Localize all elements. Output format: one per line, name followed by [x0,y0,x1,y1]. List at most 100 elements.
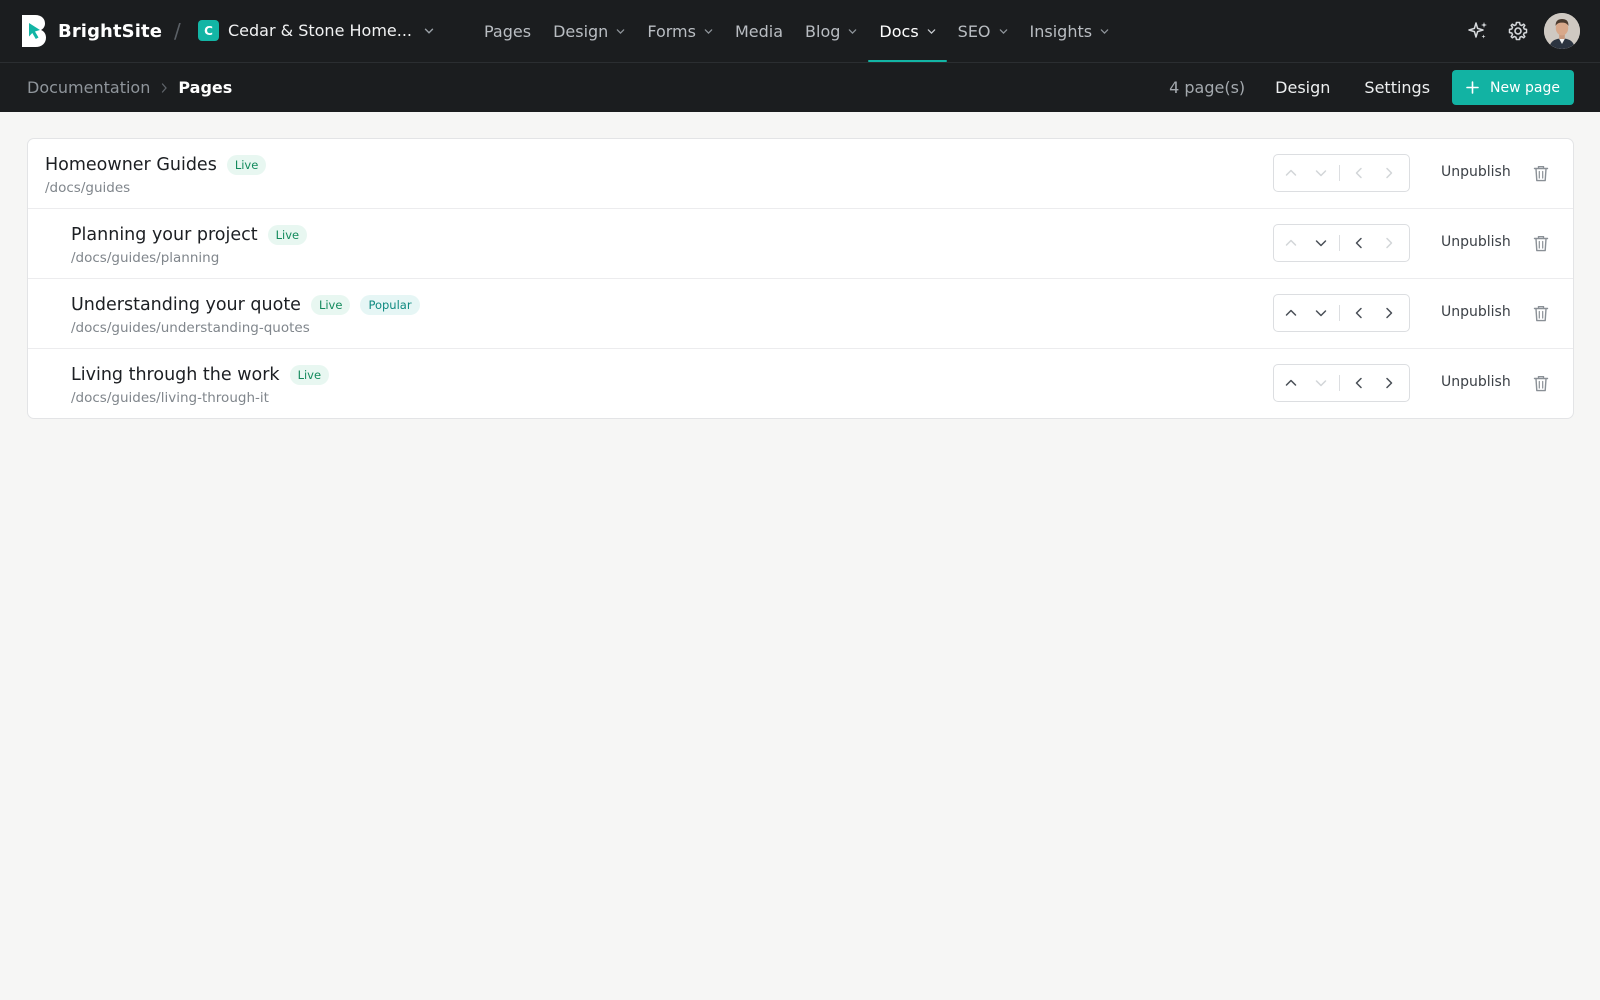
move-up-button[interactable] [1276,365,1306,401]
ai-assistant-button[interactable] [1466,19,1490,43]
page-badges: Live [258,225,308,245]
move-down-button [1306,155,1336,191]
outdent-button [1344,155,1374,191]
page-title[interactable]: Understanding your quote [71,295,301,315]
move-up-button [1276,225,1306,261]
brand-name: BrightSite [58,20,163,42]
nav-item-label: Docs [879,22,919,41]
page-title-line: Homeowner Guides Live [45,153,267,177]
page-badges: Live [280,365,330,385]
user-avatar[interactable] [1544,13,1580,49]
page-badges: Live [217,155,267,175]
chevron-left-icon [1355,167,1362,179]
outdent-button[interactable] [1344,365,1374,401]
move-group [1276,365,1336,401]
nav-item-label: Forms [647,22,696,41]
reorder-controls [1273,154,1410,192]
chevron-down-icon [849,29,857,35]
nav-item-label: Blog [805,22,841,41]
brand-separator: / [174,19,181,43]
outdent-button[interactable] [1344,295,1374,331]
page-title[interactable]: Homeowner Guides [45,155,217,175]
status-badge: Popular [360,295,420,315]
indent-button[interactable] [1374,365,1404,401]
page-info: Living through the work Live /docs/guide… [71,363,330,406]
chevron-right-icon [162,82,168,93]
nav-item-label: Insights [1029,22,1093,41]
top-bar: BrightSite / C Cedar & Stone Home... Pag… [0,0,1600,63]
move-group [1276,155,1336,191]
outdent-button[interactable] [1344,225,1374,261]
page-info: Understanding your quote Live Popular /do… [71,293,420,336]
nav-item-docs[interactable]: Docs [868,0,947,63]
nest-group [1344,155,1404,191]
page-title[interactable]: Living through the work [71,365,280,385]
reorder-controls [1273,224,1410,262]
trash-icon[interactable] [1533,235,1549,252]
move-down-button[interactable] [1306,225,1336,261]
user-avatar-icon [1544,13,1580,49]
chevron-up-icon [1285,169,1297,176]
move-group [1276,225,1336,261]
indent-button[interactable] [1374,295,1404,331]
nav-item-label: Design [553,22,609,41]
chevron-right-icon [1386,237,1393,249]
nav-item-insights[interactable]: Insights [1019,0,1121,63]
trash-icon[interactable] [1533,375,1549,392]
chevron-down-icon [617,29,625,35]
site-switcher[interactable]: C Cedar & Stone Home... [198,20,434,41]
new-page-label: New page [1490,79,1560,96]
move-down-button [1306,365,1336,401]
page-path: /docs/guides/living-through-it [71,390,269,406]
chevron-left-icon [1355,377,1362,389]
chevron-right-icon [1386,377,1393,389]
move-down-button[interactable] [1306,295,1336,331]
page-row[interactable]: Homeowner Guides Live /docs/guides Unpub… [28,139,1573,209]
chevron-down-icon [1315,240,1327,247]
page-row[interactable]: Living through the work Live /docs/guide… [28,349,1573,418]
chevron-up-icon [1285,379,1297,386]
nest-group [1344,225,1404,261]
nav-item-blog[interactable]: Blog [794,0,868,63]
indent-button [1374,155,1404,191]
chevron-right-icon [1386,167,1393,179]
reorder-controls [1273,294,1410,332]
unpublish-button[interactable]: Unpublish [1441,164,1511,180]
subbar-actions: 4 page(s) Design Settings New page [1169,70,1574,105]
new-page-button[interactable]: New page [1452,70,1574,105]
trash-icon[interactable] [1533,165,1549,182]
gear-icon [1508,21,1528,41]
unpublish-button[interactable]: Unpublish [1441,304,1511,320]
move-group [1276,295,1336,331]
settings-button[interactable] [1506,19,1530,43]
trash-icon[interactable] [1533,305,1549,322]
controls-divider [1339,375,1340,391]
design-button[interactable]: Design [1267,78,1338,97]
unpublish-button[interactable]: Unpublish [1441,234,1511,250]
nav-item-media[interactable]: Media [724,0,794,63]
controls-divider [1339,165,1340,181]
nav-item-seo[interactable]: SEO [947,0,1019,63]
unpublish-button[interactable]: Unpublish [1441,374,1511,390]
page-info: Planning your project Live /docs/guides/… [71,223,308,266]
move-up-button[interactable] [1276,295,1306,331]
breadcrumb-documentation[interactable]: Documentation [27,78,150,97]
nav-item-forms[interactable]: Forms [636,0,724,63]
top-actions [1466,13,1580,49]
brand[interactable]: BrightSite [20,14,162,48]
status-badge: Live [267,225,308,245]
breadcrumb: Documentation Pages [27,78,232,97]
nav-item-pages[interactable]: Pages [473,0,542,63]
status-badge: Live [226,155,267,175]
site-name: Cedar & Stone Home... [228,21,412,40]
settings-link-button[interactable]: Settings [1356,78,1438,97]
page-count: 4 page(s) [1169,78,1246,97]
nav-item-design[interactable]: Design [542,0,636,63]
chevron-left-icon [1355,237,1362,249]
page-title[interactable]: Planning your project [71,225,258,245]
controls-divider [1339,235,1340,251]
page-badges: Live Popular [301,295,420,315]
page-row[interactable]: Planning your project Live /docs/guides/… [28,209,1573,279]
page-path: /docs/guides/understanding-quotes [71,320,310,336]
page-row[interactable]: Understanding your quote Live Popular /do… [28,279,1573,349]
